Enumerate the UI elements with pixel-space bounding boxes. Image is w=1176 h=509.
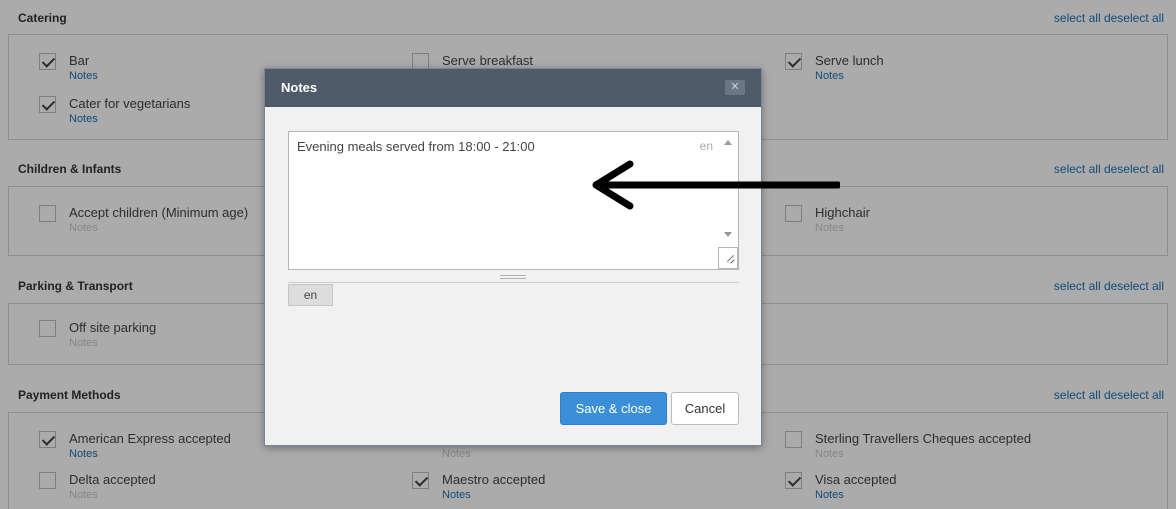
language-indicator: en bbox=[699, 139, 713, 153]
drag-handle[interactable] bbox=[288, 271, 739, 283]
notes-text[interactable]: Evening meals served from 18:00 - 21:00 bbox=[297, 139, 535, 154]
resize-handle-icon[interactable] bbox=[718, 247, 738, 269]
notes-dialog: Notes ✕ Evening meals served from 18:00 … bbox=[264, 68, 762, 446]
scroll-down-icon[interactable] bbox=[724, 232, 732, 237]
annotation-arrow-icon bbox=[592, 160, 840, 210]
cancel-button[interactable]: Cancel bbox=[671, 392, 739, 425]
dialog-header: Notes ✕ bbox=[265, 69, 761, 107]
save-close-button[interactable]: Save & close bbox=[560, 392, 667, 425]
dialog-title: Notes bbox=[281, 80, 318, 95]
scroll-up-icon[interactable] bbox=[724, 140, 732, 145]
close-icon[interactable]: ✕ bbox=[725, 80, 745, 95]
language-tab-en[interactable]: en bbox=[288, 284, 333, 306]
